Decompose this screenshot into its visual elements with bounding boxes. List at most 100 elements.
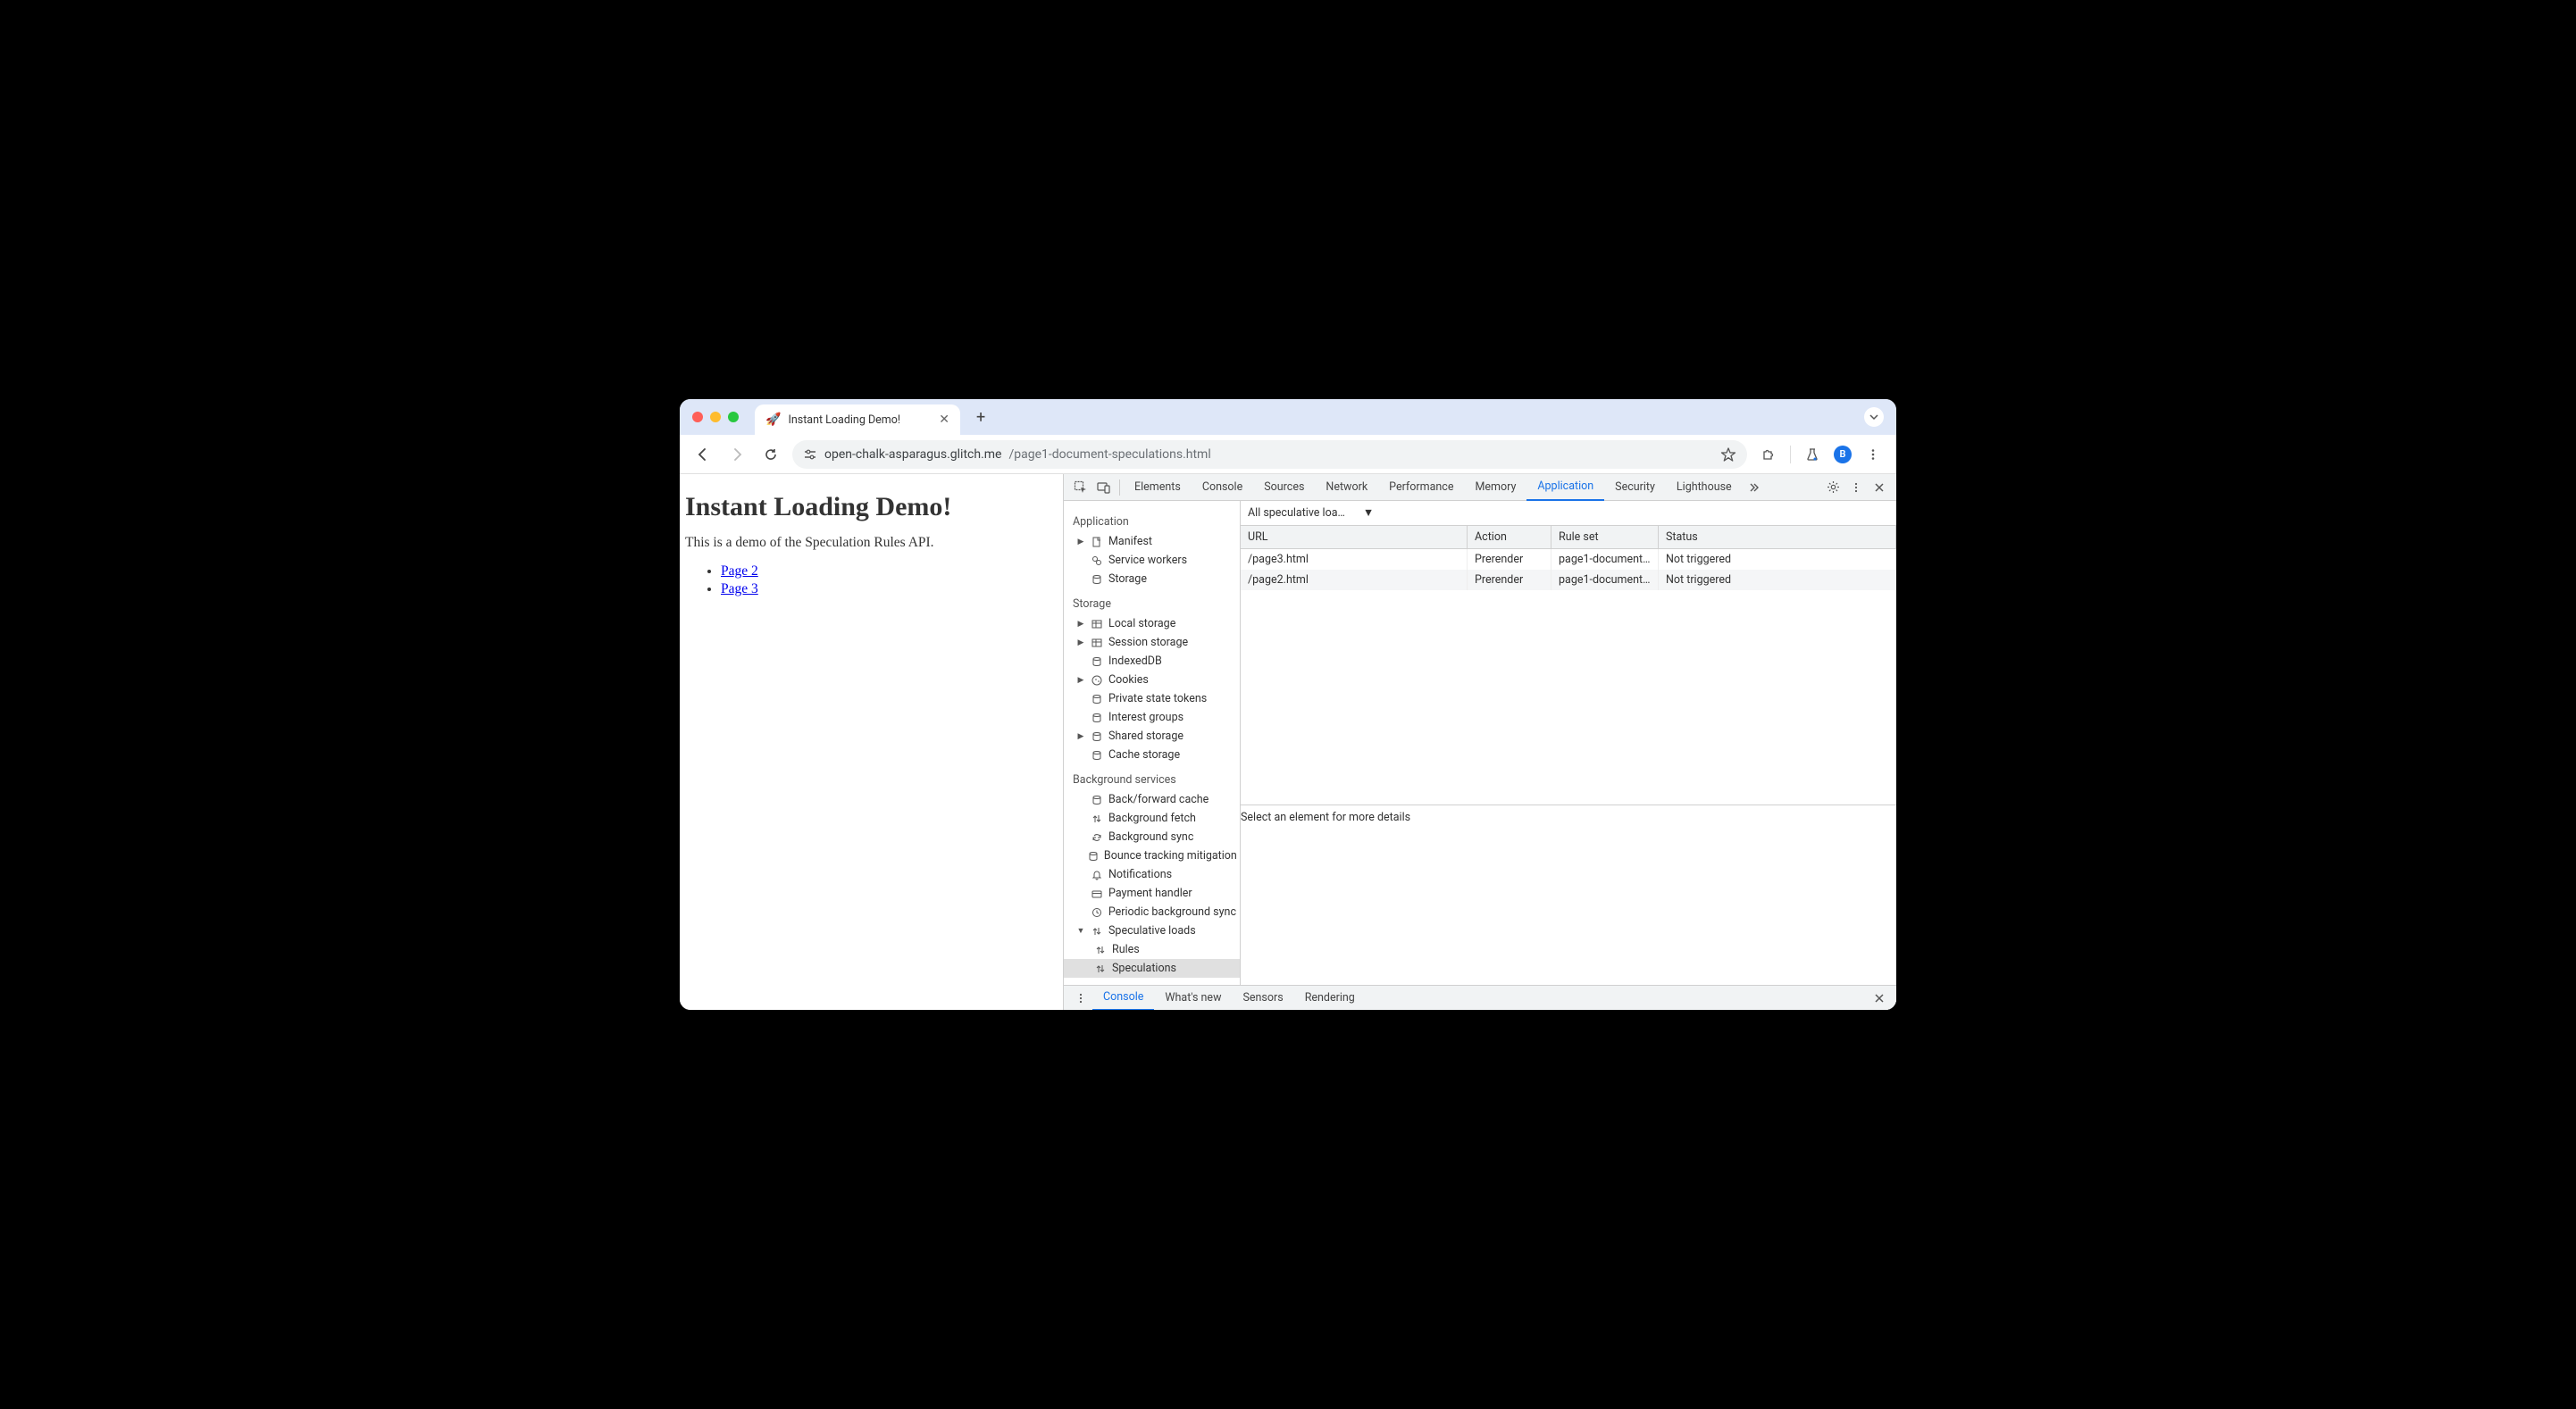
sidebar-item-service-workers[interactable]: ▶ Service workers [1064, 551, 1240, 570]
profile-avatar[interactable]: B [1834, 446, 1852, 463]
bell-icon [1091, 869, 1103, 881]
extensions-button[interactable] [1756, 442, 1781, 467]
sidebar-item-interest-groups[interactable]: ▶ Interest groups [1064, 708, 1240, 727]
back-button[interactable] [690, 442, 715, 467]
detail-panel: Select an element for more details [1241, 805, 1896, 985]
inspect-element-button[interactable] [1069, 476, 1092, 499]
tab-security[interactable]: Security [1604, 474, 1666, 501]
devtools-close-button[interactable] [1868, 476, 1891, 499]
sidebar-item-label: Bounce tracking mitigation [1104, 849, 1237, 863]
drawer-menu-button[interactable] [1069, 987, 1092, 1010]
tab-memory[interactable]: Memory [1464, 474, 1526, 501]
sidebar-item-storage[interactable]: ▶ Storage [1064, 570, 1240, 588]
sidebar-item-shared-storage[interactable]: ▶ Shared storage [1064, 727, 1240, 746]
caret-icon: ▶ [1076, 538, 1085, 546]
sidebar-item-periodic-bg-sync[interactable]: ▶ Periodic background sync [1064, 903, 1240, 921]
browser-menu-button[interactable] [1861, 442, 1886, 467]
new-tab-button[interactable]: + [967, 408, 994, 427]
sidebar-item-bg-sync[interactable]: ▶ Background sync [1064, 828, 1240, 846]
sidebar-item-label: Speculative loads [1108, 924, 1196, 938]
url-path: /page1-document-speculations.html [1008, 447, 1210, 462]
page-link[interactable]: Page 2 [721, 563, 758, 579]
page-link[interactable]: Page 3 [721, 581, 758, 596]
drawer-tab-sensors[interactable]: Sensors [1232, 986, 1293, 1011]
labs-button[interactable] [1800, 442, 1825, 467]
minimize-window-button[interactable] [710, 412, 721, 422]
tab-lighthouse[interactable]: Lighthouse [1666, 474, 1743, 501]
tab-application[interactable]: Application [1526, 474, 1604, 501]
reload-button[interactable] [758, 442, 783, 467]
drawer-close-button[interactable] [1868, 987, 1891, 1010]
database-icon [1091, 794, 1103, 806]
drawer-tab-console[interactable]: Console [1092, 986, 1154, 1011]
cell-status: Not triggered [1659, 549, 1896, 570]
sidebar-item-speculative-loads[interactable]: ▼ Speculative loads [1064, 921, 1240, 940]
cell-ruleset: page1-document-… [1551, 549, 1659, 570]
bookmark-button[interactable] [1720, 446, 1736, 463]
arrow-right-icon [730, 447, 744, 462]
filter-dropdown[interactable]: All speculative loa… ▼ [1248, 506, 1374, 520]
close-icon [1874, 482, 1885, 493]
sidebar-item-local-storage[interactable]: ▶ Local storage [1064, 614, 1240, 633]
site-info-button[interactable] [803, 447, 817, 462]
device-toolbar-button[interactable] [1092, 476, 1116, 499]
chevron-down-icon: ▼ [1363, 506, 1374, 520]
forward-button[interactable] [724, 442, 749, 467]
tab-favicon-icon: 🚀 [765, 413, 781, 427]
sidebar-item-label: Storage [1108, 572, 1147, 586]
page-heading: Instant Loading Demo! [680, 492, 1063, 522]
table-icon [1091, 637, 1103, 649]
content-toolbar: All speculative loa… ▼ [1241, 501, 1896, 526]
close-window-button[interactable] [692, 412, 703, 422]
col-url[interactable]: URL [1241, 526, 1468, 548]
sidebar-item-notifications[interactable]: ▶ Notifications [1064, 865, 1240, 884]
browser-tab[interactable]: 🚀 Instant Loading Demo! ✕ [755, 404, 960, 435]
drawer-tab-whats-new[interactable]: What's new [1154, 986, 1232, 1011]
col-ruleset[interactable]: Rule set [1551, 526, 1659, 548]
sidebar-item-speculations[interactable]: Speculations [1064, 959, 1240, 978]
tab-elements[interactable]: Elements [1124, 474, 1192, 501]
sidebar-item-label: Payment handler [1108, 887, 1192, 900]
sidebar-item-payment-handler[interactable]: ▶ Payment handler [1064, 884, 1240, 903]
table-row[interactable]: /page2.html Prerender page1-document-… N… [1241, 570, 1896, 590]
sidebar-item-label: Local storage [1108, 617, 1175, 630]
document-icon [1091, 536, 1103, 548]
transfer-icon [1094, 944, 1107, 956]
drawer-tab-rendering[interactable]: Rendering [1294, 986, 1366, 1011]
table-row[interactable]: /page3.html Prerender page1-document-… N… [1241, 549, 1896, 570]
more-tabs-button[interactable] [1743, 476, 1766, 499]
sidebar-item-bg-fetch[interactable]: ▶ Background fetch [1064, 809, 1240, 828]
maximize-window-button[interactable] [728, 412, 739, 422]
sidebar-item-private-state-tokens[interactable]: ▶ Private state tokens [1064, 689, 1240, 708]
url-bar[interactable]: open-chalk-asparagus.glitch.me/page1-doc… [792, 440, 1747, 469]
more-vertical-icon [1075, 993, 1086, 1004]
sidebar-item-cache-storage[interactable]: ▶ Cache storage [1064, 746, 1240, 764]
tab-overflow-button[interactable] [1864, 407, 1884, 427]
sidebar-item-cookies[interactable]: ▶ Cookies [1064, 671, 1240, 689]
caret-icon: ▶ [1076, 732, 1085, 741]
sidebar-item-bf-cache[interactable]: ▶ Back/forward cache [1064, 790, 1240, 809]
devtools-settings-button[interactable] [1821, 476, 1844, 499]
tab-network[interactable]: Network [1315, 474, 1378, 501]
tab-console[interactable]: Console [1192, 474, 1253, 501]
sidebar-item-session-storage[interactable]: ▶ Session storage [1064, 633, 1240, 652]
caret-icon: ▶ [1076, 620, 1085, 629]
list-item: Page 3 [721, 581, 1063, 597]
sidebar-item-label: Shared storage [1108, 730, 1183, 743]
sidebar-item-indexeddb[interactable]: ▶ IndexedDB [1064, 652, 1240, 671]
sidebar-section-application: Application [1064, 512, 1240, 532]
tab-performance[interactable]: Performance [1378, 474, 1464, 501]
tab-sources[interactable]: Sources [1253, 474, 1315, 501]
col-action[interactable]: Action [1468, 526, 1551, 548]
sidebar-section-storage: Storage [1064, 594, 1240, 614]
sidebar-item-bounce-tracking[interactable]: ▶ Bounce tracking mitigation [1064, 846, 1240, 865]
sidebar-item-label: Interest groups [1108, 711, 1183, 724]
sidebar-item-rules[interactable]: Rules [1064, 940, 1240, 959]
devtools-menu-button[interactable] [1844, 476, 1868, 499]
sidebar-item-manifest[interactable]: ▶ Manifest [1064, 532, 1240, 551]
caret-down-icon: ▼ [1076, 926, 1085, 936]
clock-icon [1091, 906, 1103, 919]
devtools-tabs: Elements Console Sources Network Perform… [1064, 474, 1896, 501]
tab-close-icon[interactable]: ✕ [939, 413, 949, 427]
col-status[interactable]: Status [1659, 526, 1896, 548]
